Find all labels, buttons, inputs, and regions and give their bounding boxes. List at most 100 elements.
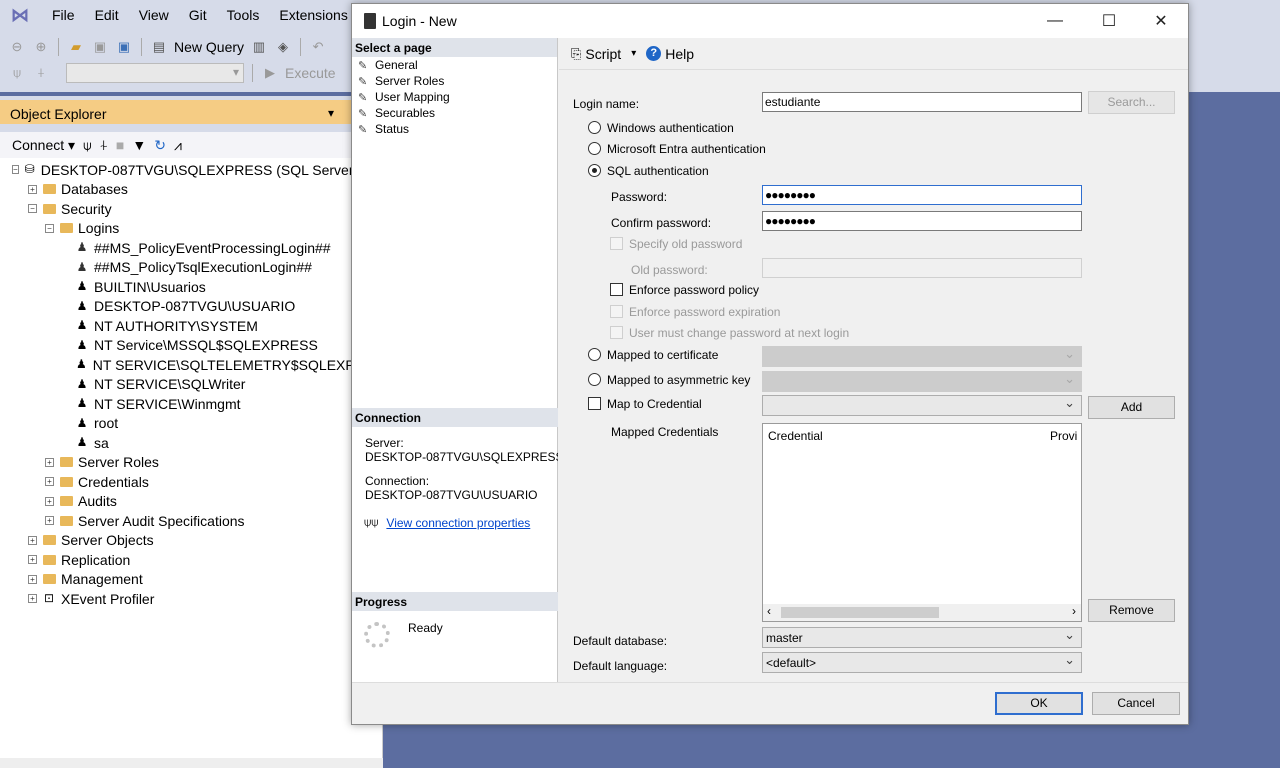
menu-git[interactable]: Git — [179, 7, 217, 23]
scroll-right-icon[interactable]: › — [1072, 604, 1076, 618]
windows-auth-radio[interactable] — [588, 121, 601, 134]
tree-login-item[interactable]: ♟ ##MS_PolicyEventProcessingLogin## — [0, 238, 382, 258]
refresh-icon[interactable]: ↻ — [154, 137, 166, 154]
help-button[interactable]: Help — [665, 46, 694, 62]
sql-auth-radio[interactable] — [588, 164, 601, 177]
tree-replication-node[interactable]: + Replication — [0, 550, 382, 570]
filter-icon[interactable]: ▼ — [132, 137, 146, 153]
tree-logins-node[interactable]: − Logins — [0, 219, 382, 239]
back-icon[interactable]: ⊖ — [8, 38, 26, 56]
collapse-icon[interactable]: − — [45, 223, 54, 233]
page-server-roles[interactable]: ✎ Server Roles — [352, 73, 557, 89]
expand-icon[interactable]: + — [28, 535, 37, 545]
new-query-button[interactable]: New Query — [174, 39, 244, 55]
expand-icon[interactable]: + — [28, 594, 37, 604]
tree-credentials-node[interactable]: + Credentials — [0, 472, 382, 492]
collapse-icon[interactable]: − — [28, 204, 37, 214]
mapped-cert-label[interactable]: Mapped to certificate — [607, 348, 718, 362]
page-securables[interactable]: ✎ Securables — [352, 105, 557, 121]
windows-auth-label[interactable]: Windows authentication — [607, 121, 734, 135]
menu-file[interactable]: File — [42, 7, 85, 23]
script-button[interactable]: Script — [585, 46, 621, 62]
cancel-button[interactable]: Cancel — [1092, 692, 1180, 715]
sql-auth-label[interactable]: SQL authentication — [607, 164, 709, 178]
query-db-icon[interactable]: ▥ — [250, 38, 268, 56]
open-folder-icon[interactable]: ▰ — [67, 38, 85, 56]
map-credential-label[interactable]: Map to Credential — [607, 397, 702, 411]
tree-login-item[interactable]: ♟ NT Service\MSSQL$SQLEXPRESS — [0, 336, 382, 356]
tree-login-item[interactable]: ♟ root — [0, 414, 382, 434]
undo-icon[interactable]: ↶ — [309, 38, 327, 56]
scroll-left-icon[interactable]: ‹ — [767, 604, 771, 618]
disconnect-icon[interactable]: ⍭ — [99, 137, 107, 154]
confirm-password-input[interactable]: ●●●●●●●● — [762, 211, 1082, 231]
expand-icon[interactable]: + — [45, 477, 54, 487]
grid-hscrollbar[interactable]: ‹ › — [763, 604, 1081, 621]
expand-icon[interactable]: + — [45, 496, 54, 506]
expand-icon[interactable]: + — [28, 184, 37, 194]
tree-xevent-node[interactable]: + ⊡ XEvent Profiler — [0, 589, 382, 609]
ok-button[interactable]: OK — [995, 692, 1083, 715]
mapped-credentials-grid[interactable]: Credential Provi ‹ › — [762, 423, 1082, 622]
activity-monitor-icon[interactable]: ⩘ — [174, 137, 182, 154]
expand-icon[interactable]: + — [28, 574, 37, 584]
tree-login-item[interactable]: ♟ sa — [0, 433, 382, 453]
help-icon[interactable]: ? — [646, 46, 662, 61]
minimize-button[interactable]: — — [1032, 4, 1078, 38]
tree-management-node[interactable]: + Management — [0, 570, 382, 590]
column-header-provider[interactable]: Provi — [1050, 429, 1077, 443]
tree-server-node[interactable]: − ⛁ DESKTOP-087TVGU\SQLEXPRESS (SQL Serv… — [0, 160, 404, 180]
dax-icon[interactable]: ◈ — [274, 38, 292, 56]
mapped-asym-label[interactable]: Mapped to asymmetric key — [607, 373, 750, 387]
tree-audit-specs-node[interactable]: + Server Audit Specifications — [0, 511, 382, 531]
login-name-input[interactable]: estudiante — [762, 92, 1082, 112]
close-button[interactable]: ✕ — [1138, 4, 1184, 38]
tree-login-item[interactable]: ♟ NT SERVICE\Winmgmt — [0, 394, 382, 414]
disconnect-icon[interactable]: ⍭ — [32, 64, 50, 82]
script-icon[interactable]: ⎘ — [571, 46, 581, 62]
connect-plug-icon[interactable]: ⍦ — [83, 137, 91, 154]
old-password-input[interactable] — [762, 258, 1082, 278]
specify-old-password-checkbox[interactable] — [610, 237, 623, 250]
save-all-icon[interactable]: ▣ — [115, 38, 133, 56]
search-button[interactable]: Search... — [1088, 91, 1175, 114]
connect-plug-icon[interactable]: ⍦ — [8, 64, 26, 82]
tree-login-item[interactable]: ♟ BUILTIN\Usuarios — [0, 277, 382, 297]
entra-auth-label[interactable]: Microsoft Entra authentication — [607, 142, 766, 156]
remove-button[interactable]: Remove — [1088, 599, 1175, 622]
enforce-policy-label[interactable]: Enforce password policy — [629, 283, 759, 297]
tree-databases-node[interactable]: + Databases — [0, 180, 382, 200]
panel-dropdown-icon[interactable]: ▾ — [328, 106, 334, 120]
menu-extensions[interactable]: Extensions — [269, 7, 357, 23]
entra-auth-radio[interactable] — [588, 142, 601, 155]
tree-login-item[interactable]: ♟ NT SERVICE\SQLWriter — [0, 375, 382, 395]
menu-edit[interactable]: Edit — [85, 7, 129, 23]
menu-view[interactable]: View — [129, 7, 179, 23]
certificate-combo[interactable] — [762, 346, 1082, 367]
menu-tools[interactable]: Tools — [217, 7, 270, 23]
execute-button[interactable]: Execute — [285, 65, 336, 81]
save-icon[interactable]: ▣ — [91, 38, 109, 56]
tree-server-roles-node[interactable]: + Server Roles — [0, 453, 382, 473]
forward-icon[interactable]: ⊕ — [32, 38, 50, 56]
scrollbar-thumb[interactable] — [781, 607, 939, 618]
tree-server-objects-node[interactable]: + Server Objects — [0, 531, 382, 551]
credential-combo[interactable] — [762, 395, 1082, 416]
stop-icon[interactable]: ■ — [116, 137, 124, 153]
map-credential-checkbox[interactable] — [588, 397, 601, 410]
connect-dropdown[interactable]: Connect ▾ — [12, 137, 75, 154]
maximize-button[interactable]: ☐ — [1086, 4, 1132, 38]
tree-login-item[interactable]: ♟ ##MS_PolicyTsqlExecutionLogin## — [0, 258, 382, 278]
column-header-credential[interactable]: Credential — [768, 429, 823, 443]
expand-icon[interactable]: + — [45, 516, 54, 526]
default-language-combo[interactable]: <default> — [762, 652, 1082, 673]
execute-icon[interactable]: ▶ — [261, 64, 279, 82]
expand-icon[interactable]: + — [28, 555, 37, 565]
collapse-icon[interactable]: − — [12, 165, 19, 175]
tree-login-item[interactable]: ♟ DESKTOP-087TVGU\USUARIO — [0, 297, 382, 317]
available-databases-combo[interactable] — [66, 63, 244, 83]
asymmetric-key-combo[interactable] — [762, 371, 1082, 392]
tree-login-item[interactable]: ♟ NT SERVICE\SQLTELEMETRY$SQLEXPRESS — [0, 355, 393, 375]
page-user-mapping[interactable]: ✎ User Mapping — [352, 89, 557, 105]
view-connection-properties-link[interactable]: View connection properties — [386, 516, 530, 530]
